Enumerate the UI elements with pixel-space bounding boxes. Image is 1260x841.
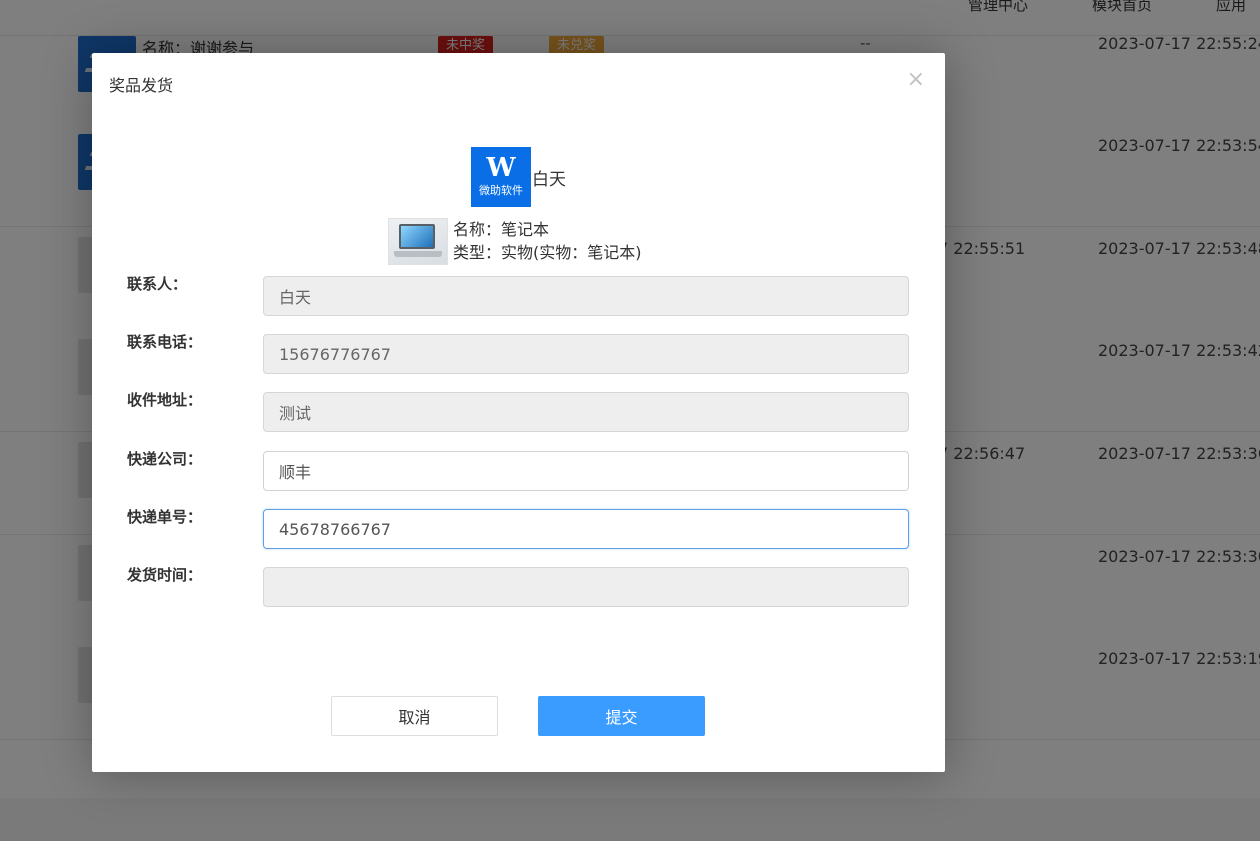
tracking-label: 快递单号： bbox=[127, 508, 203, 526]
tracking-number-input[interactable] bbox=[263, 509, 909, 549]
form-row-courier: 快递公司： bbox=[92, 450, 945, 491]
contact-label: 联系人： bbox=[127, 275, 188, 293]
winner-info: W 微助软件 白天 bbox=[471, 147, 566, 207]
prize-name: 名称：笔记本 bbox=[453, 220, 550, 239]
address-input bbox=[263, 392, 909, 432]
prize-shipping-dialog: 奖品发货 × W 微助软件 白天 名称：笔记本 类型：实物(实物：笔记本) 联系… bbox=[92, 53, 945, 772]
form-row-tracking: 快递单号： bbox=[92, 508, 945, 549]
courier-input[interactable] bbox=[263, 451, 909, 491]
avatar: W 微助软件 bbox=[471, 147, 531, 207]
phone-label: 联系电话： bbox=[127, 333, 203, 351]
contact-input bbox=[263, 276, 909, 316]
form-row-contact: 联系人： bbox=[92, 275, 945, 316]
laptop-image-icon bbox=[388, 218, 448, 265]
courier-label: 快递公司： bbox=[127, 450, 203, 468]
form-row-address: 收件地址： bbox=[92, 391, 945, 432]
cancel-button[interactable]: 取消 bbox=[331, 696, 498, 736]
form-row-phone: 联系电话： bbox=[92, 333, 945, 374]
form-row-ship-time: 发货时间： bbox=[92, 566, 945, 607]
dialog-title: 奖品发货 bbox=[109, 76, 174, 95]
prize-info: 名称：笔记本 类型：实物(实物：笔记本) bbox=[388, 218, 642, 265]
ship-time-label: 发货时间： bbox=[127, 566, 203, 584]
submit-button[interactable]: 提交 bbox=[538, 696, 705, 736]
close-icon[interactable]: × bbox=[907, 69, 925, 91]
prize-type: 类型：实物(实物：笔记本) bbox=[453, 243, 642, 262]
ship-time-input bbox=[263, 567, 909, 607]
address-label: 收件地址： bbox=[127, 391, 203, 409]
logo-icon: W bbox=[486, 153, 516, 183]
avatar-caption: 微助软件 bbox=[479, 184, 523, 197]
winner-name: 白天 bbox=[532, 169, 566, 190]
phone-input bbox=[263, 334, 909, 374]
